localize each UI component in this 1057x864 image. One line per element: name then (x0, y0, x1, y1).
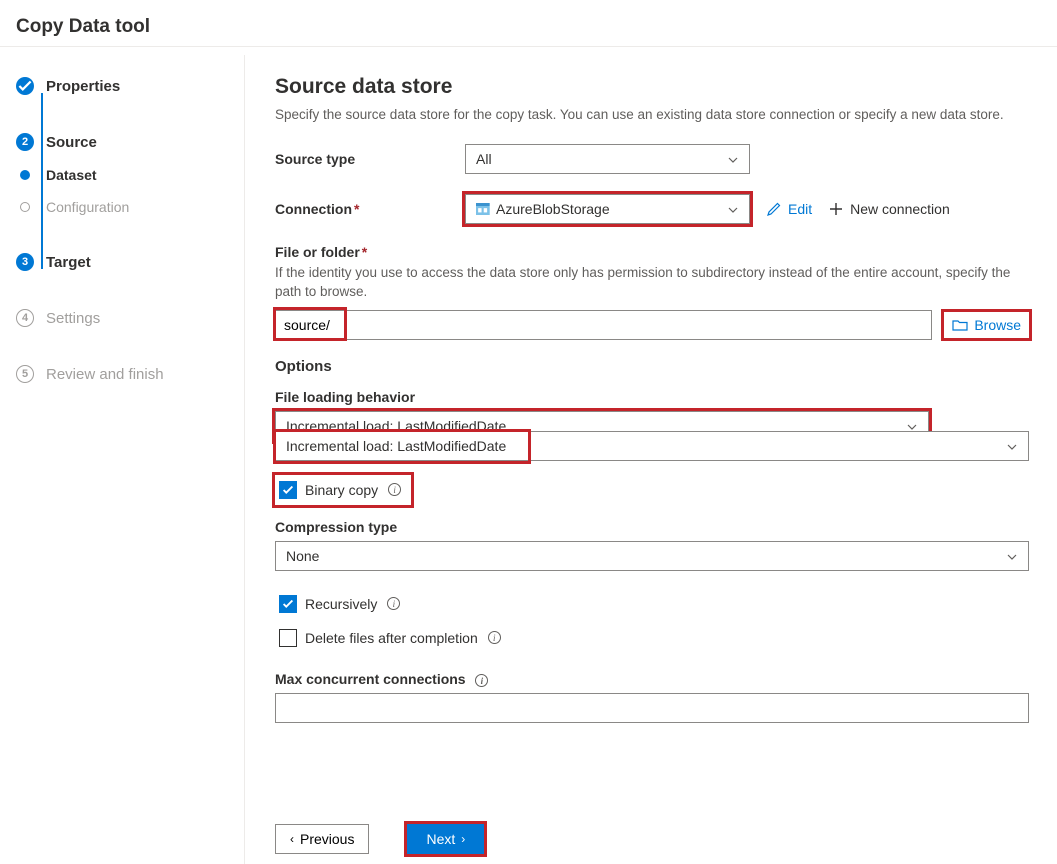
layout: Properties 2 Source Dataset Configuratio… (0, 55, 1057, 864)
edit-button[interactable]: Edit (766, 201, 812, 217)
source-type-select[interactable]: All (465, 144, 750, 174)
main-panel: Source data store Specify the source dat… (245, 55, 1057, 864)
section-description: Specify the source data store for the co… (275, 107, 1029, 122)
browse-button[interactable]: Browse (944, 312, 1029, 338)
wizard-sidebar: Properties 2 Source Dataset Configuratio… (0, 55, 245, 864)
next-label: Next (426, 831, 455, 847)
wizard-footer: ‹ Previous Next › (275, 824, 484, 854)
binary-copy-label: Binary copy (305, 482, 378, 498)
chevron-left-icon: ‹ (290, 832, 294, 846)
required-asterisk: * (354, 201, 359, 217)
check-icon (16, 77, 34, 95)
page-title: Copy Data tool (0, 0, 1057, 47)
chevron-right-icon: › (461, 832, 465, 846)
recursively-checkbox[interactable] (279, 595, 297, 613)
info-icon[interactable]: i (387, 597, 400, 610)
label-text: Connection (275, 201, 352, 217)
previous-button[interactable]: ‹ Previous (275, 824, 369, 854)
substep-label: Configuration (46, 199, 129, 215)
compression-select[interactable]: None (275, 541, 1029, 571)
step-label: Properties (46, 78, 120, 95)
connection-select[interactable]: AzureBlobStorage (465, 194, 750, 224)
connector (41, 213, 43, 269)
max-conn-label: Max concurrent connections i (275, 671, 1029, 688)
step-number-icon: 3 (16, 253, 34, 271)
file-loading-select-full[interactable]: Incremental load: LastModifiedDate (275, 431, 1029, 461)
step-target[interactable]: 3 Target (16, 245, 234, 279)
chevron-down-icon (727, 203, 739, 215)
dot-icon (20, 170, 30, 180)
select-value: None (286, 548, 319, 564)
source-type-label: Source type (275, 151, 465, 167)
file-folder-block: File or folder* If the identity you use … (275, 244, 1029, 340)
binary-copy-checkbox[interactable] (279, 481, 297, 499)
label-text: Max concurrent connections (275, 671, 466, 687)
chevron-down-icon (1006, 550, 1018, 562)
step-number-icon: 5 (16, 365, 34, 383)
chevron-down-icon (727, 153, 739, 165)
required-asterisk: * (362, 244, 367, 260)
step-label: Source (46, 134, 97, 151)
step-label: Settings (46, 310, 100, 327)
substep-label: Dataset (46, 167, 97, 183)
options-heading: Options (275, 358, 1029, 375)
max-conn-input[interactable] (275, 693, 1029, 723)
step-label: Target (46, 254, 91, 271)
file-folder-label: File or folder* (275, 244, 1029, 260)
info-icon[interactable]: i (488, 631, 501, 644)
binary-copy-row: Binary copy i (275, 475, 411, 505)
connection-row: Connection* AzureBlobStorage (275, 194, 1029, 224)
substep-dataset[interactable]: Dataset (16, 159, 234, 191)
select-value: Incremental load: LastModifiedDate (286, 438, 506, 454)
step-number-icon: 4 (16, 309, 34, 327)
pencil-icon (766, 201, 782, 217)
step-properties[interactable]: Properties (16, 69, 234, 103)
dot-icon (20, 202, 30, 212)
source-type-row: Source type All (275, 144, 1029, 174)
browse-label: Browse (974, 317, 1021, 333)
chevron-down-icon (1006, 440, 1018, 452)
file-loading-label: File loading behavior (275, 389, 1029, 405)
step-label: Review and finish (46, 366, 164, 383)
info-icon[interactable]: i (388, 483, 401, 496)
delete-files-label: Delete files after completion (305, 630, 478, 646)
recursively-row: Recursively i (275, 589, 410, 619)
new-connection-label: New connection (850, 201, 950, 217)
step-number-icon: 2 (16, 133, 34, 151)
step-source[interactable]: 2 Source (16, 125, 234, 159)
delete-files-row: Delete files after completion i (275, 623, 511, 653)
section-title: Source data store (275, 75, 1029, 99)
select-value: AzureBlobStorage (496, 201, 610, 217)
step-settings[interactable]: 4 Settings (16, 301, 234, 335)
file-folder-help: If the identity you use to access the da… (275, 264, 1029, 302)
info-icon[interactable]: i (475, 674, 488, 687)
label-text: File or folder (275, 244, 360, 260)
recursively-label: Recursively (305, 596, 377, 612)
delete-files-checkbox[interactable] (279, 629, 297, 647)
next-button[interactable]: Next › (407, 824, 484, 854)
compression-label: Compression type (275, 519, 1029, 535)
max-conn-block: Max concurrent connections i (275, 671, 1029, 724)
step-review[interactable]: 5 Review and finish (16, 357, 234, 391)
connector (41, 93, 43, 149)
file-folder-input[interactable] (275, 310, 932, 340)
substep-configuration[interactable]: Configuration (16, 191, 234, 223)
edit-label: Edit (788, 201, 812, 217)
previous-label: Previous (300, 831, 354, 847)
connection-label: Connection* (275, 201, 465, 217)
plus-icon (828, 201, 844, 217)
connector (41, 147, 43, 185)
select-value: All (476, 151, 492, 167)
storage-icon (476, 203, 490, 215)
folder-icon (952, 317, 968, 333)
new-connection-button[interactable]: New connection (828, 201, 950, 217)
compression-block: Compression type None (275, 519, 1029, 571)
